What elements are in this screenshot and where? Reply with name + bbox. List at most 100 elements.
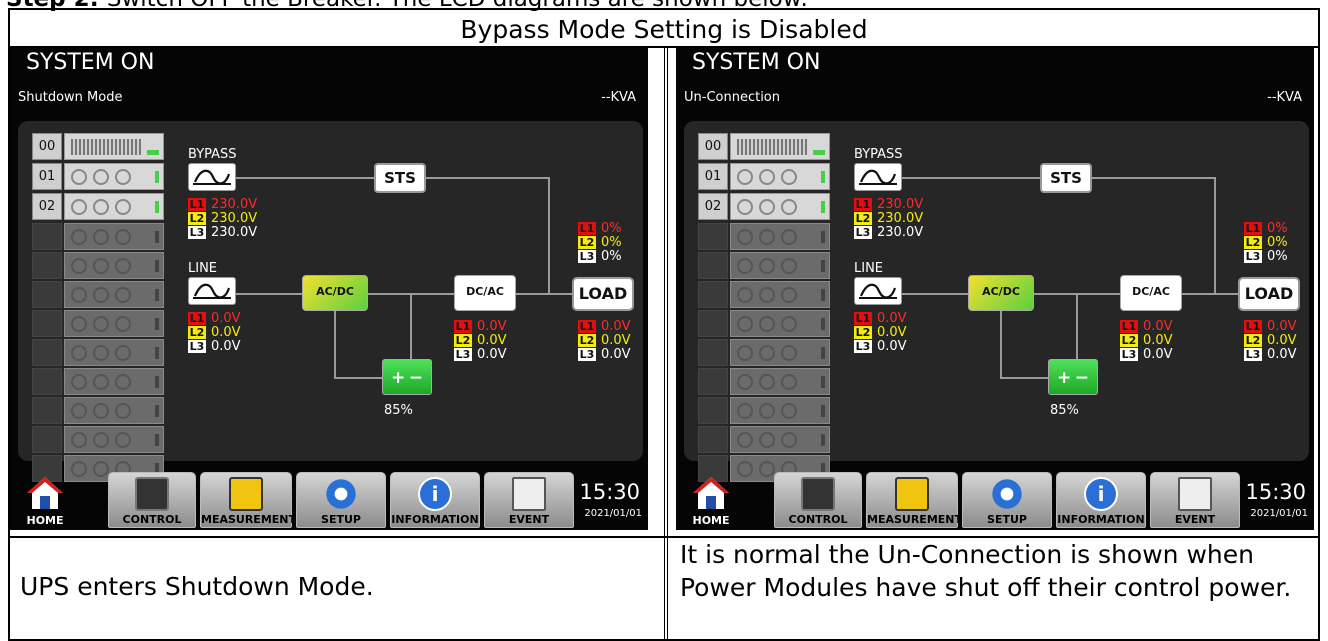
module-01[interactable]: 01 xyxy=(698,163,830,190)
module-slot-empty[interactable] xyxy=(32,310,164,337)
module-front xyxy=(64,281,164,308)
module-02[interactable]: 02 xyxy=(32,193,164,220)
module-slot-empty[interactable] xyxy=(698,310,830,337)
line-ac-icon xyxy=(188,277,236,305)
load-button[interactable]: LOAD xyxy=(1238,277,1300,311)
nav-label: EVENT xyxy=(508,513,550,526)
module-slot-empty[interactable] xyxy=(32,281,164,308)
line-l2: L2 0.0V xyxy=(854,325,907,340)
module-front xyxy=(64,368,164,395)
fan-icon xyxy=(737,403,753,419)
line-l2: L2 0.0V xyxy=(188,325,241,340)
module-01[interactable]: 01 xyxy=(32,163,164,190)
fan-icon xyxy=(759,316,775,332)
module-slot-empty[interactable] xyxy=(698,339,830,366)
module-00[interactable]: 00 xyxy=(698,133,830,160)
fan-icon xyxy=(737,199,753,215)
nav-setup[interactable]: SETUP xyxy=(962,472,1052,528)
sts-switch[interactable]: STS xyxy=(1040,163,1092,193)
module-02[interactable]: 02 xyxy=(698,193,830,220)
module-slot-empty[interactable] xyxy=(32,223,164,250)
load-l1: L1 0.0V xyxy=(1244,319,1297,334)
inverter-dcac[interactable]: DC/AC xyxy=(454,275,516,311)
status-led xyxy=(821,347,825,359)
nav-information[interactable]: i INFORMATION xyxy=(1056,472,1146,528)
sts-switch[interactable]: STS xyxy=(374,163,426,193)
fan-icon xyxy=(115,287,131,303)
kva-readout: --KVA xyxy=(1267,90,1302,105)
module-slot-empty[interactable] xyxy=(698,397,830,424)
nav-label: MEASUREMENT xyxy=(867,513,962,526)
system-status: SYSTEM ON xyxy=(26,50,155,75)
multimeter-icon xyxy=(229,477,263,511)
fan-icon xyxy=(71,199,87,215)
load-p1: L1 0% xyxy=(578,221,622,236)
fan-icon xyxy=(71,287,87,303)
load-p2: L2 0% xyxy=(1244,235,1288,250)
battery-percent: 85% xyxy=(384,403,413,418)
rectifier-acdc[interactable]: AC/DC xyxy=(968,275,1034,311)
module-number: 00 xyxy=(698,133,728,160)
column-divider xyxy=(664,48,668,639)
fan-icon xyxy=(93,258,109,274)
module-slot-empty[interactable] xyxy=(32,339,164,366)
nav-home[interactable]: HOME xyxy=(10,472,80,528)
status-led xyxy=(821,405,825,417)
gears-icon xyxy=(990,477,1024,511)
inverter-l2: L2 0.0V xyxy=(1120,333,1173,348)
module-front xyxy=(730,252,830,279)
rectifier-acdc[interactable]: AC/DC xyxy=(302,275,368,311)
nav-control[interactable]: CONTROL xyxy=(108,472,196,528)
module-slot-empty[interactable] xyxy=(32,252,164,279)
module-number xyxy=(32,397,62,424)
module-front xyxy=(64,397,164,424)
module-number xyxy=(698,397,728,424)
module-slot-empty[interactable] xyxy=(32,368,164,395)
line-label: LINE xyxy=(188,261,218,276)
nav-information[interactable]: i INFORMATION xyxy=(390,472,480,528)
module-front xyxy=(730,339,830,366)
wire xyxy=(334,311,336,377)
flow-diagram-panel: 00 01 02 BYPASS L1 230.0V L2 230.0V L3 2… xyxy=(18,121,643,482)
nav-home[interactable]: HOME xyxy=(676,472,746,528)
battery-icon[interactable]: + − xyxy=(382,359,432,395)
fan-icon xyxy=(737,229,753,245)
module-slot-empty[interactable] xyxy=(698,223,830,250)
module-number xyxy=(32,339,62,366)
nav-measurement[interactable]: MEASUREMENT xyxy=(200,472,296,528)
fan-icon xyxy=(759,199,775,215)
module-front xyxy=(64,133,164,160)
inverter-dcac[interactable]: DC/AC xyxy=(1120,275,1182,311)
module-front xyxy=(730,397,830,424)
module-slot-empty[interactable] xyxy=(698,252,830,279)
nav-setup[interactable]: SETUP xyxy=(296,472,386,528)
module-slot-empty[interactable] xyxy=(698,426,830,453)
module-slot-empty[interactable] xyxy=(32,426,164,453)
module-00[interactable]: 00 xyxy=(32,133,164,160)
fan-icon xyxy=(759,432,775,448)
status-led xyxy=(155,376,159,388)
nav-event[interactable]: EVENT xyxy=(1150,472,1240,528)
module-front xyxy=(730,281,830,308)
module-slot-empty[interactable] xyxy=(698,281,830,308)
nav-label: INFORMATION xyxy=(391,513,479,526)
wire xyxy=(236,293,302,295)
status-led xyxy=(821,201,825,213)
fan-icon xyxy=(737,258,753,274)
nav-control[interactable]: CONTROL xyxy=(774,472,862,528)
fan-icon xyxy=(93,432,109,448)
module-front xyxy=(64,310,164,337)
module-slot-empty[interactable] xyxy=(698,368,830,395)
load-button[interactable]: LOAD xyxy=(572,277,634,311)
bottom-nav: HOME CONTROL MEASUREMENT SETUP i INFORMA… xyxy=(10,468,648,530)
nav-event[interactable]: EVENT xyxy=(484,472,574,528)
nav-measurement[interactable]: MEASUREMENT xyxy=(866,472,962,528)
bypass-l2: L2 230.0V xyxy=(188,211,258,226)
module-slot-empty[interactable] xyxy=(32,397,164,424)
battery-icon[interactable]: + − xyxy=(1048,359,1098,395)
fan-icon xyxy=(781,403,797,419)
load-p3: L3 0% xyxy=(1244,249,1288,264)
fan-icon xyxy=(737,169,753,185)
nav-label: SETUP xyxy=(321,513,361,526)
fan-icon xyxy=(115,432,131,448)
